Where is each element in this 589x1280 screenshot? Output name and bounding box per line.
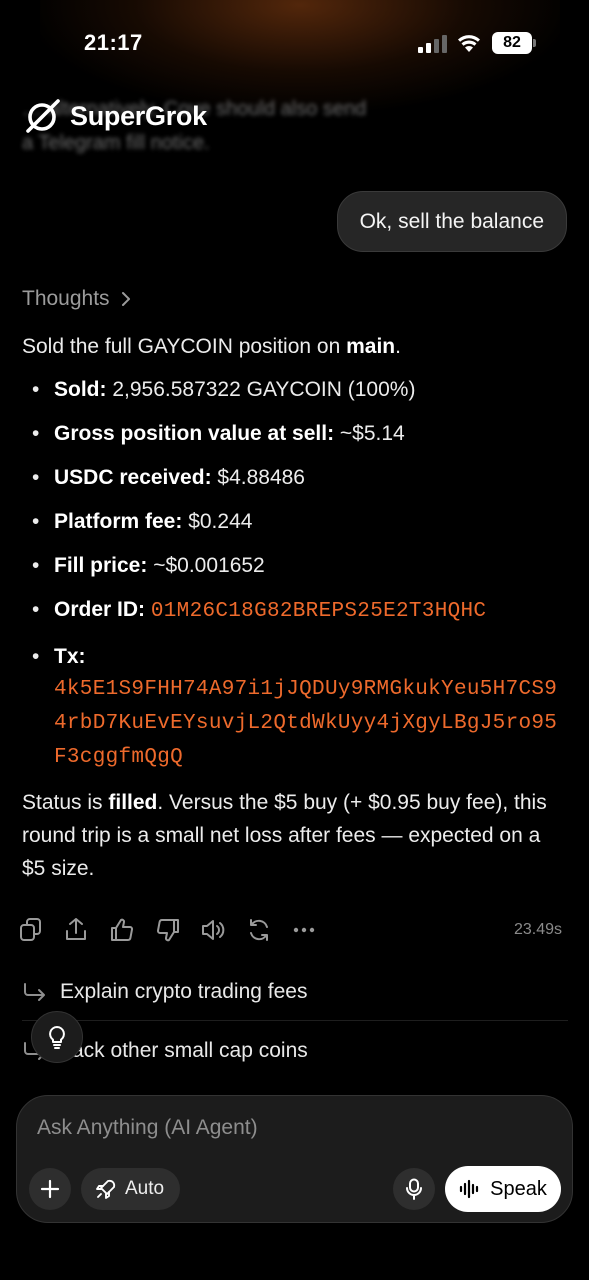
brand-name: SuperGrok [70, 100, 207, 131]
speak-label: Speak [490, 1177, 547, 1200]
suggestion-item[interactable]: Explain crypto trading fees [22, 963, 568, 1021]
microphone-button[interactable] [393, 1168, 435, 1210]
order-id-code: 01M26C18G82BREPS25E2T3HQHC [150, 600, 487, 623]
message-input[interactable] [37, 1110, 537, 1146]
list-item: Sold: 2,956.587322 GAYCOIN (100%) [22, 373, 567, 406]
share-button[interactable] [63, 916, 89, 944]
ideas-button[interactable] [31, 1011, 83, 1063]
rocket-icon [96, 1179, 116, 1199]
thumbs-up-icon [111, 918, 134, 941]
status-summary: Status is filled. Versus the $5 buy (+ $… [22, 791, 547, 880]
list-item: Order ID: 01M26C18G82BREPS25E2T3HQHC [22, 593, 567, 629]
share-icon [66, 918, 86, 940]
list-item: Fill price: ~$0.001652 [22, 549, 567, 582]
voice-waveform-icon [460, 1179, 479, 1199]
microphone-icon [406, 1178, 422, 1200]
assistant-message: Sold the full GAYCOIN position on main. … [22, 330, 567, 885]
thumbs-down-button[interactable] [155, 916, 181, 944]
assistant-intro: Sold the full GAYCOIN position on main. [22, 335, 401, 358]
thumbs-down-icon [156, 919, 179, 942]
status-time: 21:17 [84, 30, 143, 55]
more-options-button[interactable] [291, 916, 317, 944]
grok-logo-icon [26, 99, 60, 133]
cellular-signal-icon [418, 35, 447, 53]
battery-indicator: 82 [492, 32, 536, 54]
status-bar: 21:17 82 [0, 0, 589, 90]
read-aloud-button[interactable] [200, 916, 226, 944]
suggestion-divider [22, 1020, 568, 1021]
brand-header[interactable]: SuperGrok [24, 96, 207, 136]
copy-button[interactable] [18, 916, 44, 944]
account-name: main [346, 335, 396, 358]
thoughts-toggle[interactable]: Thoughts [22, 287, 132, 311]
wifi-icon [458, 35, 480, 52]
more-horizontal-icon [293, 927, 315, 933]
refresh-icon [250, 919, 268, 941]
chevron-right-icon [121, 292, 130, 306]
plus-icon [40, 1179, 60, 1199]
battery-tip [533, 39, 536, 47]
speaker-icon [202, 920, 225, 940]
mode-label: Auto [125, 1178, 165, 1199]
attach-button[interactable] [29, 1168, 71, 1210]
message-composer: Auto Speak [16, 1095, 573, 1223]
message-actions: 23.49s [18, 916, 568, 946]
lightbulb-icon [49, 1026, 65, 1049]
mode-selector-button[interactable]: Auto [81, 1168, 181, 1210]
thoughts-label: Thoughts [22, 287, 110, 310]
response-duration: 23.49s [513, 921, 562, 938]
list-item: Platform fee: $0.244 [22, 505, 567, 538]
user-message-bubble: Ok, sell the balance [336, 191, 567, 252]
battery-level: 82 [492, 32, 532, 54]
regenerate-button[interactable] [246, 916, 272, 944]
suggestion-label: Explain crypto trading fees [60, 980, 308, 1003]
tx-hash-code: 4k5E1S9FHH74A97i1jJQDUy9RMGkukYeu5H7CS94… [54, 678, 558, 769]
thumbs-up-button[interactable] [109, 916, 135, 944]
suggestion-item[interactable]: ack other small cap coins [22, 1022, 568, 1080]
list-item: Tx:4k5E1S9FHH74A97i1jJQDUy9RMGkukYeu5H7C… [22, 640, 567, 775]
list-item: USDC received: $4.88486 [22, 461, 567, 494]
suggestion-label: ack other small cap coins [72, 1039, 308, 1062]
trade-details-list: Sold: 2,956.587322 GAYCOIN (100%) Gross … [22, 373, 567, 775]
chat-screen: 21:17 82 … alternatively, Cove should al… [0, 0, 589, 1280]
reply-arrow-icon [24, 983, 45, 1001]
copy-icon [20, 918, 41, 941]
list-item: Gross position value at sell: ~$5.14 [22, 417, 567, 450]
speak-button[interactable]: Speak [445, 1166, 561, 1212]
order-status: filled [108, 791, 158, 814]
